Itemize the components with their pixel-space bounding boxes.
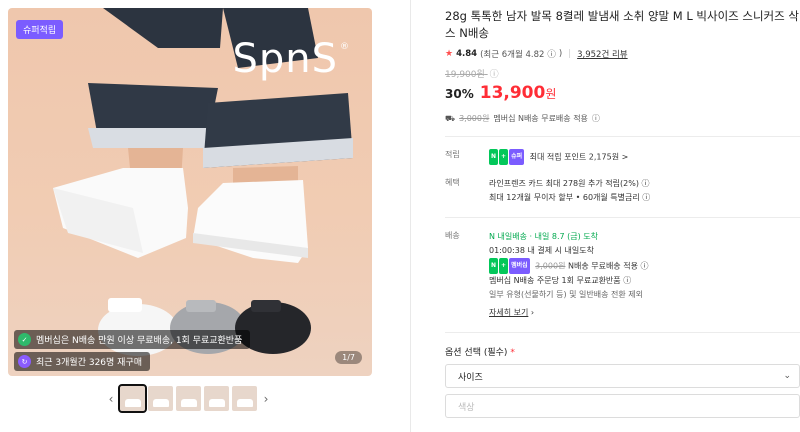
truck-icon: ⛟ <box>445 113 456 123</box>
benefit-card: 라인프렌즈 카드 최대 278원 추가 적립(2%) ⓘ <box>489 179 650 188</box>
shipping-fee-text: N배송 무료배송 적용 <box>567 261 638 271</box>
info-icon[interactable]: ⓘ <box>547 48 556 60</box>
price-row: 30% 13,900원 <box>445 83 800 103</box>
star-icon: ★ <box>445 49 454 59</box>
reward-text[interactable]: 최대 적립 포인트 2,175원 <box>530 153 619 162</box>
thumbnail-strip: ‹ › <box>105 384 272 413</box>
info-icon[interactable]: ⓘ <box>640 262 648 271</box>
shipping-fee-text: 멤버십 N배송 무료배송 적용 <box>493 114 588 123</box>
color-select-value: 색상 <box>458 402 475 413</box>
next-thumbnail-button[interactable]: › <box>260 392 272 406</box>
free-exchange-text: 멤버십 N배송 주문당 1회 무료교환반품 <box>489 276 621 285</box>
shipping-note: 일부 유형(선물하기 등) 및 일반배송 전환 제외 <box>489 290 643 299</box>
super-reward-badge: 슈퍼적립 <box>16 20 64 39</box>
divider <box>445 136 800 137</box>
shipping-summary: ⛟ 3,000원 멤버십 N배송 무료배송 적용 ⓘ <box>445 113 800 124</box>
shipping-fee-old: 3,000원 <box>459 114 490 123</box>
separator: | <box>568 49 572 59</box>
registered-mark: ® <box>340 42 350 52</box>
chevron-down-icon: ⌄ <box>783 371 791 381</box>
chevron-right-icon[interactable]: › <box>531 308 534 317</box>
review-count-link[interactable]: 3,952건 리뷰 <box>577 48 628 60</box>
shipping-fee-old: 3,000원 <box>535 261 566 271</box>
shipping-label: 배송 <box>445 231 460 240</box>
required-mark: * <box>510 348 515 358</box>
purple-repeat-icon: ↻ <box>18 355 31 368</box>
rating-recent: (최근 6개월 4.82 <box>480 50 545 60</box>
size-select[interactable]: 사이즈 ⌄ <box>445 364 800 388</box>
thumbnail-1[interactable] <box>118 384 147 413</box>
rating-recent-close: ) <box>558 49 563 59</box>
reward-label: 적립 <box>445 150 460 159</box>
column-divider <box>410 0 411 432</box>
color-select[interactable]: 색상 <box>445 394 800 418</box>
discount-rate: 30% <box>445 87 474 101</box>
info-icon[interactable]: ⓘ <box>592 113 600 124</box>
npay-plus-badge: N + 슈퍼 <box>489 149 525 165</box>
rating-row: ★ 4.84 (최근 6개월 4.82 ⓘ ) | 3,952건 리뷰 <box>445 48 800 60</box>
chevron-right-icon[interactable]: > <box>622 153 629 162</box>
promo-text: 최근 3개월간 326명 재구매 <box>36 358 143 368</box>
delivery-date: · 내일 8.7 (금) 도착 <box>529 232 598 241</box>
thumbnail-3[interactable] <box>176 386 201 411</box>
divider <box>445 217 800 218</box>
shipping-row: 배송 N 내일배송 · 내일 8.7 (금) 도착 01:00:38 내 결제 … <box>445 230 800 320</box>
size-select-value: 사이즈 <box>458 372 483 383</box>
product-info-panel: 28g 톡톡한 남자 발목 8켤레 발냄새 소취 양말 M L 빅사이즈 스니커… <box>445 8 800 418</box>
promo-banner-free-shipping: ✓ 멤버십은 N배송 만원 이상 무료배송, 1회 무료교환반품 <box>14 330 251 349</box>
thumbnail-4[interactable] <box>204 386 229 411</box>
image-counter: 1/7 <box>335 351 362 364</box>
sale-price-unit: 원 <box>545 87 557 101</box>
green-check-icon: ✓ <box>18 333 31 346</box>
benefit-row: 혜택 라인프렌즈 카드 최대 278원 추가 적립(2%) ⓘ 최대 12개월 … <box>445 177 800 205</box>
thumbnail-5[interactable] <box>232 386 257 411</box>
benefit-label: 혜택 <box>445 178 460 187</box>
info-icon[interactable]: ⓘ <box>642 193 650 202</box>
original-price-value: 19,900원 <box>445 70 485 80</box>
npay-plus-badge: N + 멤버십 <box>489 258 530 274</box>
delivery-countdown: 01:00:38 내 결제 시 내일도착 <box>489 246 594 255</box>
info-icon[interactable]: ⓘ <box>490 67 499 80</box>
brand-logo-text: SpnS <box>232 36 338 82</box>
shipping-details-link[interactable]: 자세히 보기 <box>489 308 528 317</box>
info-icon[interactable]: ⓘ <box>642 179 650 188</box>
promo-banner-repurchase: ↻ 최근 3개월간 326명 재구매 <box>14 352 151 371</box>
product-title: 28g 톡톡한 남자 발목 8켤레 발냄새 소취 양말 M L 빅사이즈 스니커… <box>445 9 799 40</box>
sale-price: 13,900 <box>479 83 546 103</box>
promo-text: 멤버십은 N배송 만원 이상 무료배송, 1회 무료교환반품 <box>36 336 243 346</box>
rating-score: 4.84 <box>456 49 478 59</box>
reward-row: 적립 N + 슈퍼 최대 적립 포인트 2,175원 > <box>445 149 800 165</box>
benefit-installment: 최대 12개월 무이자 할부 • 60개월 특별금리 ⓘ <box>489 193 651 202</box>
option-label: 옵션 선택 (필수) * <box>445 348 515 358</box>
product-image-gallery[interactable]: 슈퍼적립 SpnS ® ✓ 멤버십은 N배송 만원 이상 무료배송, 1회 무료교… <box>8 8 372 376</box>
divider <box>445 332 800 333</box>
original-price: 19,900원 ⓘ <box>445 67 800 80</box>
prev-thumbnail-button[interactable]: ‹ <box>105 392 117 406</box>
tomorrow-delivery-badge: N 내일배송 <box>489 232 527 241</box>
brand-logo: SpnS ® <box>232 36 350 82</box>
thumbnail-2[interactable] <box>148 386 173 411</box>
info-icon[interactable]: ⓘ <box>623 276 631 285</box>
